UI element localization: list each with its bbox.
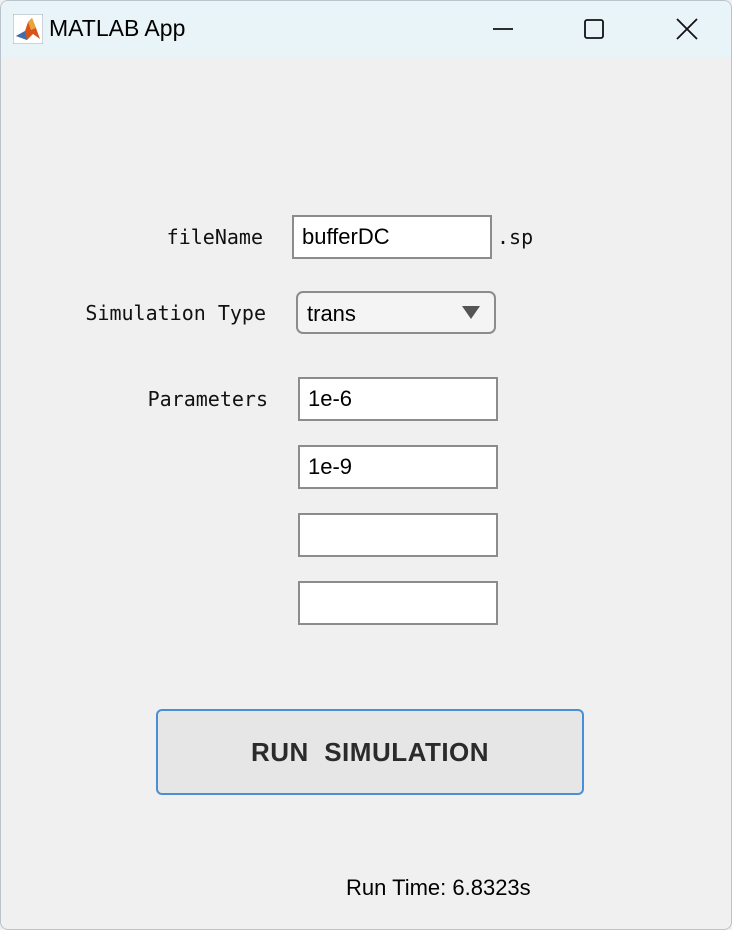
run-simulation-button[interactable]: RUN SIMULATION (156, 709, 584, 795)
simulation-type-label: Simulation Type (85, 301, 266, 325)
parameter-2-input[interactable] (298, 445, 498, 489)
simulation-type-dropdown[interactable]: trans (296, 291, 496, 334)
filename-input[interactable] (292, 215, 492, 259)
parameters-label: Parameters (147, 387, 268, 411)
run-time-label: Run Time: 6.8323s (346, 875, 531, 900)
title-bar[interactable]: MATLAB App (1, 1, 731, 57)
parameter-4-input[interactable] (298, 581, 498, 625)
close-button[interactable] (641, 1, 731, 57)
parameter-1-input[interactable] (298, 377, 498, 421)
maximize-icon (584, 19, 604, 39)
filename-extension: .sp (497, 225, 534, 249)
window-title: MATLAB App (49, 15, 186, 41)
matlab-logo-icon (13, 14, 43, 44)
chevron-down-icon (462, 306, 480, 319)
simulation-type-selected: trans (307, 301, 356, 326)
filename-label: fileName (166, 225, 263, 249)
app-window: MATLAB App fileName .sp Simulation Type … (0, 0, 732, 930)
minimize-button[interactable] (457, 1, 549, 57)
minimize-icon (493, 28, 513, 30)
maximize-button[interactable] (548, 1, 640, 57)
close-icon (676, 18, 698, 40)
parameter-3-input[interactable] (298, 513, 498, 557)
